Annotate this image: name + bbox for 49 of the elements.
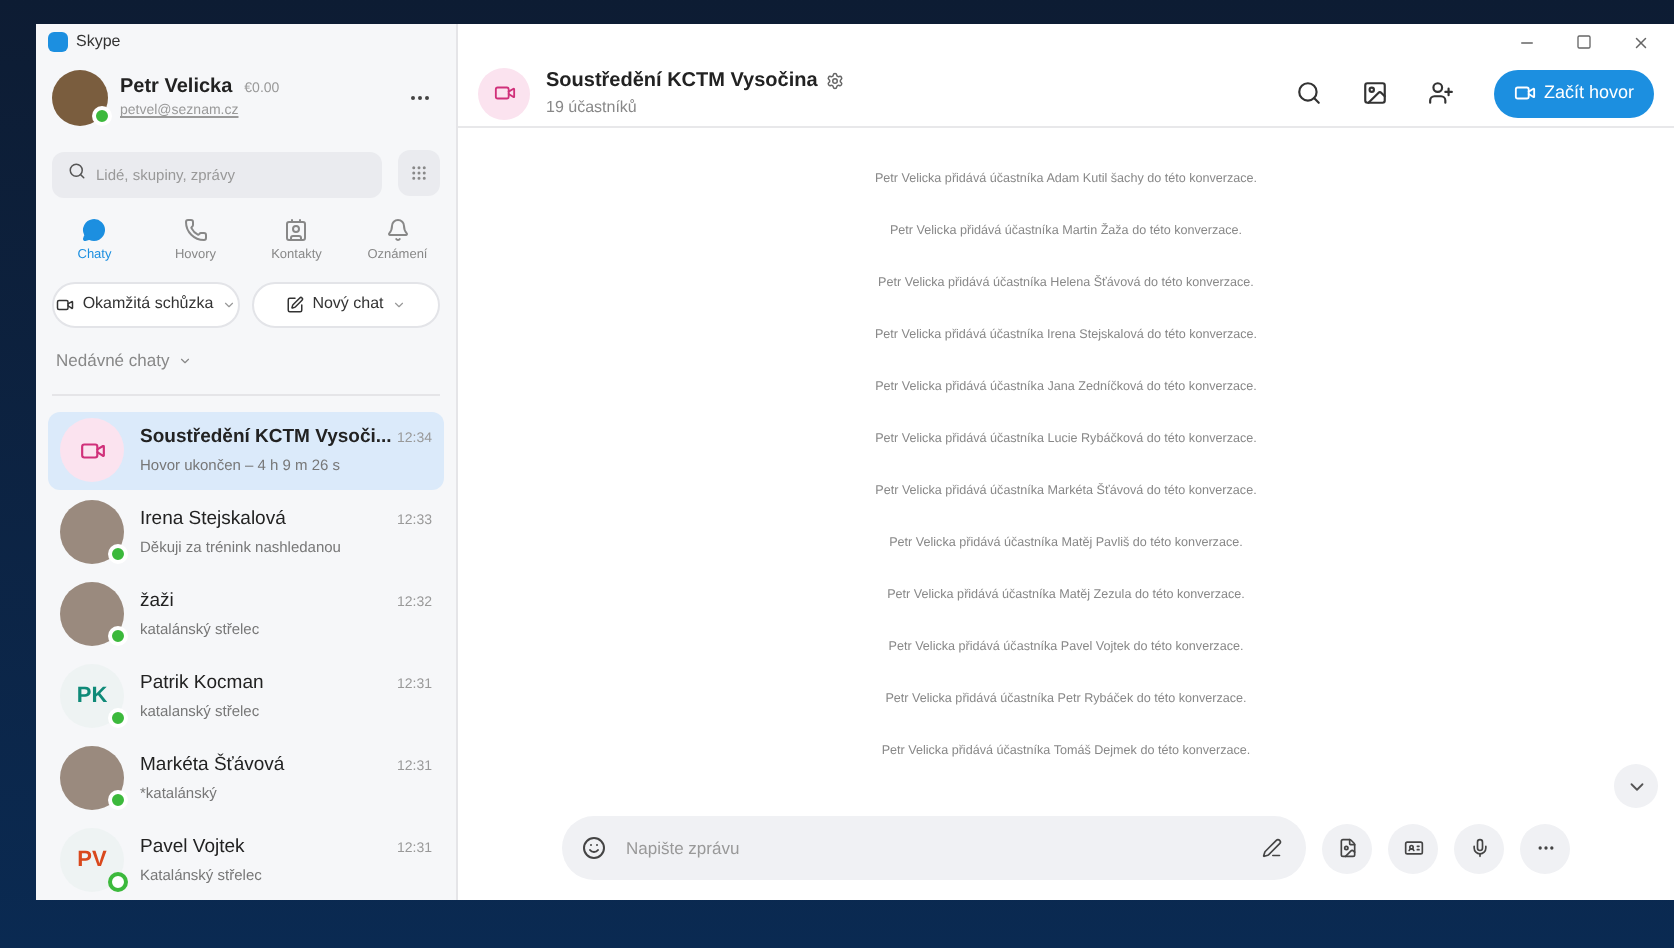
app-logo-icon <box>48 32 68 52</box>
initials-avatar: PV <box>60 828 124 892</box>
search-icon <box>68 162 86 180</box>
chat-name: Irena Stejskalová <box>140 506 286 535</box>
pen-icon[interactable] <box>1262 838 1282 858</box>
close-icon[interactable] <box>1632 33 1650 51</box>
file-button[interactable] <box>1322 823 1372 873</box>
chat-bubble-icon <box>82 218 107 242</box>
phone-icon <box>183 218 208 242</box>
chat-name: Patrik Kocman <box>140 670 264 699</box>
emoji-icon[interactable] <box>582 836 606 860</box>
message-field[interactable]: Napište zprávu <box>562 816 1306 880</box>
video-camera-icon <box>79 437 105 463</box>
action-button[interactable]: Nový chat <box>252 281 440 328</box>
chat-name: Pavel Vojtek <box>140 834 245 863</box>
microphone-button[interactable] <box>1454 823 1504 873</box>
participant-count: 19 účastníků <box>546 96 639 120</box>
chevron-down-icon <box>221 297 236 312</box>
contact-card-button[interactable] <box>1388 823 1438 873</box>
microphone-icon <box>1469 838 1489 858</box>
avatar-photo <box>60 582 124 646</box>
bell-icon <box>385 218 410 242</box>
section-heading: Nedávné chaty <box>56 347 170 373</box>
gallery-icon[interactable] <box>1361 80 1388 106</box>
initials-avatar: PK <box>60 664 124 728</box>
avatar-photo <box>52 70 108 126</box>
maximize-icon[interactable] <box>1576 34 1592 50</box>
video-camera-icon <box>56 295 75 314</box>
video-camera-icon <box>493 82 515 104</box>
add-person-icon[interactable] <box>1427 80 1454 106</box>
contact-card-icon <box>284 218 309 242</box>
chat-name: Markéta Šťávová <box>140 752 285 781</box>
chat-name: Soustředění KCTM Vysoči... <box>140 424 392 453</box>
action-button[interactable]: Okamžitá schůzka <box>52 281 240 328</box>
avatar-photo <box>60 500 124 564</box>
profile-name: Petr Velicka <box>120 74 233 103</box>
video-camera-icon <box>1513 82 1536 104</box>
search-icon[interactable] <box>1295 80 1322 106</box>
window-title: Skype <box>76 30 121 54</box>
avatar-photo <box>60 746 124 810</box>
chevron-down-icon <box>391 297 406 312</box>
id-card-icon <box>1403 838 1423 858</box>
conversation-title: Soustředění KCTM Vysočina <box>546 68 818 96</box>
dial-pad-icon <box>410 164 428 182</box>
chevron-down-icon <box>177 353 192 368</box>
pen-square-icon <box>286 295 305 314</box>
chat-name: žaži <box>140 588 174 617</box>
file-image-icon <box>1337 838 1357 858</box>
settings-icon[interactable] <box>825 72 844 90</box>
